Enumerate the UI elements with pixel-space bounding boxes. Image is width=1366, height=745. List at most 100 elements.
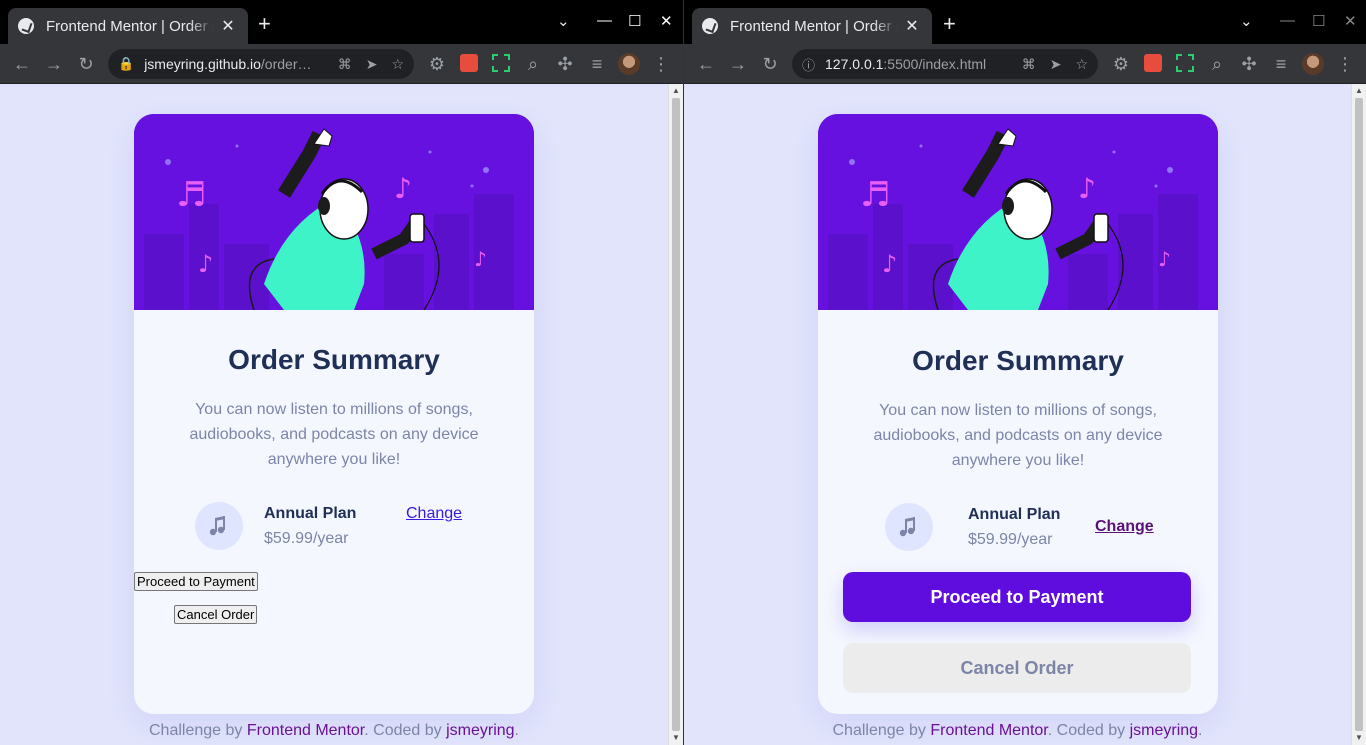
new-tab-icon[interactable]: + <box>258 12 271 36</box>
extension-red-icon[interactable] <box>460 54 478 72</box>
puzzle-icon[interactable]: ✣ <box>554 53 576 75</box>
change-plan-link[interactable]: Change <box>1095 518 1154 536</box>
scroll-down-arrow-icon[interactable]: ▼ <box>1352 731 1366 745</box>
media-queue-icon[interactable]: ≡ <box>1270 53 1292 75</box>
svg-text:♬: ♬ <box>176 175 206 215</box>
card-title: Order Summary <box>912 345 1124 376</box>
tab-search-chevron-icon[interactable]: ⌄ <box>1240 12 1253 30</box>
url-path: :5500/index.html <box>883 56 987 72</box>
kebab-menu-icon[interactable]: ⋮ <box>1334 53 1356 75</box>
extension-green-icon[interactable] <box>1176 54 1194 72</box>
url-text: 127.0.0.1:5500/index.html <box>825 56 1008 72</box>
scroll-thumb[interactable] <box>672 98 680 731</box>
attribution-mid: . Coded by <box>364 722 447 739</box>
kebab-menu-icon[interactable]: ⋮ <box>650 53 672 75</box>
extension-red-icon[interactable] <box>1144 54 1162 72</box>
url-path: /order… <box>260 56 312 72</box>
send-icon[interactable]: ➤ <box>366 56 378 73</box>
minimize-icon[interactable]: — <box>1280 12 1295 29</box>
translate-icon[interactable]: ⌘ <box>338 56 352 73</box>
cancel-order-button[interactable]: Cancel Order <box>843 643 1191 693</box>
plan-price: $59.99/year <box>264 530 349 547</box>
info-icon[interactable]: ⓘ <box>802 55 815 74</box>
send-icon[interactable]: ➤ <box>1050 56 1062 73</box>
minimize-icon[interactable]: — <box>597 12 612 29</box>
address-bar[interactable]: ⓘ 127.0.0.1:5500/index.html ⌘ ➤ ☆ <box>792 49 1098 79</box>
tab-bar: Frontend Mentor | Order summary card ✕ +… <box>0 0 683 44</box>
url-host: jsmeyring.github.io <box>144 56 261 72</box>
order-summary-card: ♬ ♪ ♪ ♪ Order Summary You can now listen… <box>818 114 1218 714</box>
hero-illustration: ♬ ♪ ♪ ♪ <box>134 114 534 310</box>
back-icon[interactable]: ← <box>695 53 717 75</box>
svg-text:♪: ♪ <box>474 247 487 271</box>
browser-toolbar: ← → ↻ ⓘ 127.0.0.1:5500/index.html ⌘ ➤ ☆ … <box>684 44 1366 84</box>
tab-title: Frontend Mentor | Order summary card <box>730 17 898 35</box>
proceed-to-payment-button[interactable]: Proceed to Payment <box>134 572 258 591</box>
page-viewport: ♬ ♪ ♪ ♪ Order Summary You can now listen… <box>684 84 1366 745</box>
extension-search-icon[interactable]: ⌕ <box>1206 53 1228 75</box>
scroll-down-arrow-icon[interactable]: ▼ <box>669 731 683 745</box>
card-description: You can now listen to millions of songs,… <box>189 401 479 468</box>
address-bar[interactable]: 🔒 jsmeyring.github.io/order… ⌘ ➤ ☆ <box>108 49 414 79</box>
back-icon[interactable]: ← <box>11 53 33 75</box>
music-note-icon <box>195 502 243 550</box>
tab-bar: Frontend Mentor | Order summary card ✕ +… <box>684 0 1366 44</box>
plan-name: Annual Plan <box>264 505 357 522</box>
scroll-thumb[interactable] <box>1355 98 1363 731</box>
attribution-prefix: Challenge by <box>832 722 931 739</box>
maximize-icon[interactable]: ☐ <box>628 12 641 30</box>
media-queue-icon[interactable]: ≡ <box>586 53 608 75</box>
forward-icon[interactable]: → <box>727 53 749 75</box>
browser-tab[interactable]: Frontend Mentor | Order summary card ✕ <box>8 8 248 44</box>
tab-close-icon[interactable]: ✕ <box>218 16 238 36</box>
page-scrollbar[interactable]: ▲ ▼ <box>668 84 683 745</box>
settings-gear-icon[interactable]: ⚙ <box>1110 53 1132 75</box>
scroll-up-arrow-icon[interactable]: ▲ <box>669 84 683 98</box>
page-scrollbar[interactable]: ▲ ▼ <box>1351 84 1366 745</box>
card-description: You can now listen to millions of songs,… <box>873 402 1163 469</box>
browser-window-left: Frontend Mentor | Order summary card ✕ +… <box>0 0 683 745</box>
attribution-suffix: . <box>1198 722 1203 739</box>
frontend-mentor-favicon-icon <box>18 18 34 34</box>
maximize-icon[interactable]: ☐ <box>1312 12 1325 30</box>
frontend-mentor-link[interactable]: Frontend Mentor <box>247 722 364 739</box>
tab-title: Frontend Mentor | Order summary card <box>46 17 214 35</box>
tab-search-chevron-icon[interactable]: ⌄ <box>557 12 570 30</box>
page-viewport: ♬ ♪ ♪ ♪ Order Summary You can now listen… <box>0 84 683 745</box>
desktop-screen: Frontend Mentor | Order summary card ✕ +… <box>0 0 1366 745</box>
settings-gear-icon[interactable]: ⚙ <box>426 53 448 75</box>
star-icon[interactable]: ☆ <box>1075 56 1088 73</box>
attribution-suffix: . <box>514 722 519 739</box>
svg-text:♪: ♪ <box>1078 172 1096 205</box>
reload-icon[interactable]: ↻ <box>759 53 781 75</box>
author-link[interactable]: jsmeyring <box>1130 722 1198 739</box>
cancel-order-button[interactable]: Cancel Order <box>174 605 258 624</box>
translate-icon[interactable]: ⌘ <box>1022 56 1036 73</box>
author-link[interactable]: jsmeyring <box>446 722 514 739</box>
lock-icon[interactable]: 🔒 <box>118 56 134 72</box>
close-window-icon[interactable]: ✕ <box>1344 12 1357 30</box>
profile-avatar[interactable] <box>618 53 640 75</box>
proceed-to-payment-button[interactable]: Proceed to Payment <box>843 572 1191 622</box>
plan-name: Annual Plan <box>968 506 1061 523</box>
browser-toolbar: ← → ↻ 🔒 jsmeyring.github.io/order… ⌘ ➤ ☆… <box>0 44 683 84</box>
browser-tab[interactable]: Frontend Mentor | Order summary card ✕ <box>692 8 932 44</box>
attribution-mid: . Coded by <box>1047 722 1130 739</box>
url-text: jsmeyring.github.io/order… <box>144 56 324 72</box>
star-icon[interactable]: ☆ <box>391 56 404 73</box>
hero-illustration-image: ♬ ♪ ♪ ♪ <box>818 114 1218 310</box>
reload-icon[interactable]: ↻ <box>75 53 97 75</box>
extension-green-icon[interactable] <box>492 54 510 72</box>
puzzle-icon[interactable]: ✣ <box>1238 53 1260 75</box>
extension-search-icon[interactable]: ⌕ <box>522 53 544 75</box>
scroll-up-arrow-icon[interactable]: ▲ <box>1352 84 1366 98</box>
tab-close-icon[interactable]: ✕ <box>902 16 922 36</box>
new-tab-icon[interactable]: + <box>943 12 956 36</box>
change-plan-link[interactable]: Change <box>406 505 462 523</box>
forward-icon[interactable]: → <box>43 53 65 75</box>
profile-avatar[interactable] <box>1302 53 1324 75</box>
close-window-icon[interactable]: ✕ <box>660 12 673 30</box>
frontend-mentor-link[interactable]: Frontend Mentor <box>930 722 1047 739</box>
frontend-mentor-favicon-icon <box>702 18 718 34</box>
url-host: 127.0.0.1 <box>825 56 884 72</box>
